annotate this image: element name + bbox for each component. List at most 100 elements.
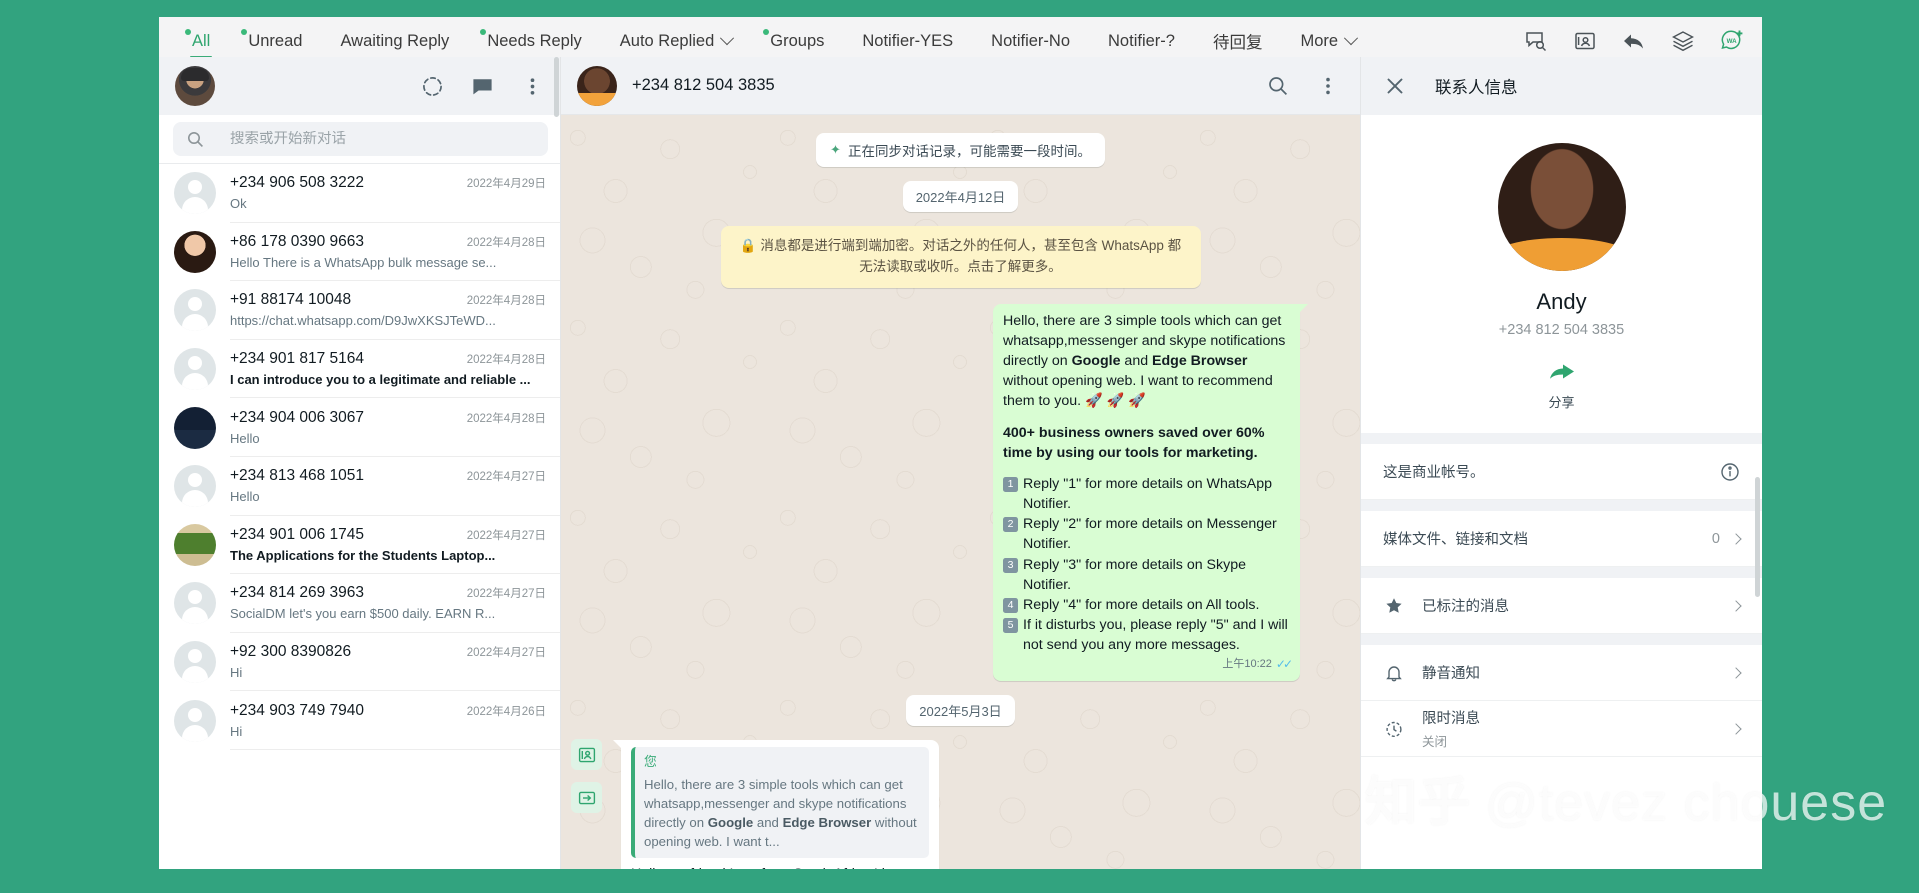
chat-list-item[interactable]: +234 814 269 3963 2022年4月27日 SocialDM let'… [159, 574, 560, 633]
panel-divider [1361, 634, 1762, 645]
unread-dot-icon [763, 29, 770, 35]
filter-tab-label: Groups [770, 31, 825, 50]
chat-item-body: +91 88174 10048 2022年4月28日 https://chat.wh… [230, 281, 560, 340]
outgoing-message-bubble[interactable]: Hello, there are 3 simple tools which ca… [993, 303, 1308, 682]
contact-info-row-count: 0 [1711, 530, 1720, 547]
sync-notice: ✦ 正在同步对话记录，可能需要一段时间。 [816, 133, 1105, 167]
chat-item-body: +234 813 468 1051 2022年4月27日 Hello [230, 457, 560, 516]
business-account-row[interactable]: 这是商业帐号。 [1361, 444, 1762, 500]
contact-panel-scrollbar[interactable] [1755, 477, 1760, 597]
quoted-message[interactable]: 您 Hello, there are 3 simple tools which … [631, 747, 929, 859]
panel-divider-2 [1361, 500, 1762, 511]
filter-tab-label: Auto Replied [619, 31, 715, 50]
chat-list-item[interactable]: +92 300 8390826 2022年4月27日 Hi [159, 632, 560, 692]
chat-avatar [174, 582, 216, 625]
search-box[interactable] [173, 122, 548, 156]
chat-avatar [174, 348, 216, 391]
contact-info-row-label: 限时消息 [1422, 711, 1480, 727]
chat-item-top-line: +234 901 817 5164 2022年4月28日 [230, 350, 546, 368]
chat-list-item[interactable]: +234 901 006 1745 2022年4月27日 The Applicati… [159, 515, 560, 575]
chat-item-top-line: +91 88174 10048 2022年4月28日 [230, 291, 546, 309]
menu-dots-icon[interactable] [1316, 74, 1340, 98]
chat-list-item[interactable]: +234 906 508 3222 2022年4月29日 Ok [159, 164, 560, 223]
filter-tab-label: 待回复 [1212, 34, 1263, 52]
search-input[interactable] [230, 131, 510, 147]
conversation-avatar[interactable] [577, 65, 617, 106]
quote-bold-edge: Edge Browser [782, 814, 872, 830]
incoming-message-bubble[interactable]: 您 Hello, there are 3 simple tools which … [613, 740, 939, 869]
contact-avatar[interactable] [1497, 143, 1626, 271]
chat-item-name: +234 813 468 1051 [230, 467, 365, 485]
user-avatar[interactable] [175, 66, 215, 106]
encryption-notice[interactable]: 🔒 消息都是进行端到端加密。对话之外的任何人，甚至包含 WhatsApp 都无法… [720, 226, 1201, 288]
chat-list[interactable]: +234 906 508 3222 2022年4月29日 Ok +86 178 039… [159, 164, 560, 869]
number-badge-icon: 5 [1003, 618, 1018, 634]
quick-export-icon[interactable] [571, 782, 602, 813]
chat-list-item[interactable]: +234 904 006 3067 2022年4月28日 Hello [159, 398, 560, 457]
floating-quick-actions [571, 739, 602, 813]
chat-item-name: +234 814 269 3963 [230, 584, 365, 602]
menu-dots-icon[interactable] [520, 74, 544, 98]
contact-info-rows: 媒体文件、链接和文档 0 已标注的消息静音通知 限时消息 关闭 [1361, 511, 1762, 757]
contact-info-row[interactable]: 已标注的消息 [1361, 578, 1762, 634]
chat-item-body: +234 901 006 1745 2022年4月27日 The Applicati… [230, 516, 560, 575]
sync-notice-row: ✦ 正在同步对话记录，可能需要一段时间。 [621, 133, 1300, 167]
status-circle-icon[interactable] [420, 74, 444, 98]
out-bold-edge: Edge Browser [1152, 353, 1248, 370]
close-icon[interactable] [1383, 74, 1407, 98]
chat-item-body: +86 178 0390 9663 2022年4月28日 Hello There i… [230, 223, 560, 282]
app-root: All Unread Awaiting Reply Needs Reply Auto R… [0, 0, 1919, 893]
lock-icon: 🔒 [739, 238, 757, 253]
number-badge-icon: 4 [1003, 597, 1018, 613]
conversation-pane: +234 812 504 3835 ✦ 正在同步对话记录，可能需要一段时间。 2… [561, 57, 1360, 869]
search-icon[interactable] [1266, 74, 1290, 98]
chat-item-top-line: +92 300 8390826 2022年4月27日 [230, 643, 546, 661]
filter-tab-label: Awaiting Reply [340, 31, 450, 50]
share-arrow-icon [1549, 364, 1574, 379]
chat-list-item[interactable]: +234 903 749 7940 2022年4月26日 Hi [159, 691, 560, 750]
chevron-right-icon [1730, 722, 1742, 735]
read-ticks-icon: ✓✓ [1275, 657, 1293, 672]
chat-avatar [174, 523, 216, 566]
contact-info-row[interactable]: 静音通知 [1361, 645, 1762, 701]
quoted-author: 您 [644, 754, 657, 770]
outgoing-list-item-text: Reply "1" for more details on WhatsApp N… [1023, 475, 1273, 513]
whatsapp-add-icon[interactable]: WA [1718, 27, 1746, 55]
chat-list-item[interactable]: +234 813 468 1051 2022年4月27日 Hello [159, 456, 560, 516]
message-search-icon[interactable] [1522, 27, 1550, 55]
chat-avatar [174, 406, 216, 449]
chat-item-time: 2022年4月28日 [466, 412, 546, 425]
contact-profile: Andy +234 812 504 3835 分享 [1361, 115, 1762, 433]
new-chat-icon[interactable] [470, 74, 494, 98]
chat-item-name: +234 904 006 3067 [230, 408, 365, 426]
outgoing-list-item: 3 Reply "3" for more details on Skype Not… [1003, 555, 1290, 595]
contact-info-row-labels: 已标注的消息 [1422, 595, 1509, 616]
outgoing-list-item-text: If it disturbs you, please reply "5" and… [1023, 617, 1288, 654]
chat-list-item[interactable]: +91 88174 10048 2022年4月28日 https://chat.wh… [159, 281, 560, 340]
quick-contact-icon[interactable] [571, 739, 602, 770]
chat-item-top-line: +86 178 0390 9663 2022年4月28日 [230, 233, 546, 251]
contact-card-icon[interactable] [1571, 27, 1599, 55]
chat-list-item[interactable]: +234 901 817 5164 2022年4月28日 I can introdu… [159, 339, 560, 399]
reply-arrow-icon[interactable] [1620, 27, 1648, 55]
sync-notice-text: 正在同步对话记录，可能需要一段时间。 [847, 144, 1091, 159]
unread-dot-icon [241, 29, 248, 35]
incoming-text: Hello my friend I am from South Africa I… [631, 864, 929, 869]
filter-tab-label: More [1300, 31, 1339, 50]
contact-info-row[interactable]: 媒体文件、链接和文档 0 [1361, 511, 1762, 567]
chat-item-time: 2022年4月26日 [466, 705, 546, 718]
layers-icon[interactable] [1669, 27, 1697, 55]
chat-avatar [174, 289, 216, 332]
contact-info-row-right [1730, 666, 1742, 679]
number-badge-icon: 3 [1003, 557, 1018, 573]
chat-list-scrollbar[interactable] [554, 57, 559, 117]
info-icon[interactable] [1720, 462, 1740, 482]
sidebar-header [159, 57, 560, 115]
share-button[interactable]: 分享 [1548, 360, 1576, 411]
chevron-down-icon [720, 31, 735, 46]
contact-info-row[interactable]: 限时消息 关闭 [1361, 701, 1762, 757]
chat-item-preview: Hi [230, 723, 243, 739]
chat-item-preview: https://chat.whatsapp.com/D9JwXKSJTeWD..… [230, 313, 496, 329]
chat-list-item[interactable]: +86 178 0390 9663 2022年4月28日 Hello There i… [159, 222, 560, 282]
chat-item-preview: Hello [230, 489, 260, 505]
